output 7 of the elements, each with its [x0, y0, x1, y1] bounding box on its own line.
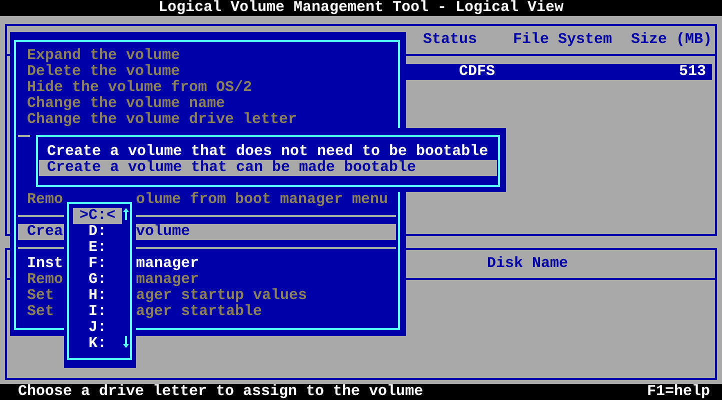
column-header: File System [513, 32, 612, 48]
help-hint: F1=help [646, 384, 710, 400]
column-header: Disk Name [487, 255, 568, 272]
window-title: Logical Volume Management Tool - Logical View [158, 0, 564, 16]
column-header: Size (MB) [631, 32, 712, 48]
status-message: Choose a drive letter to assign to the volume [18, 384, 424, 400]
column-header: Status [423, 32, 478, 48]
